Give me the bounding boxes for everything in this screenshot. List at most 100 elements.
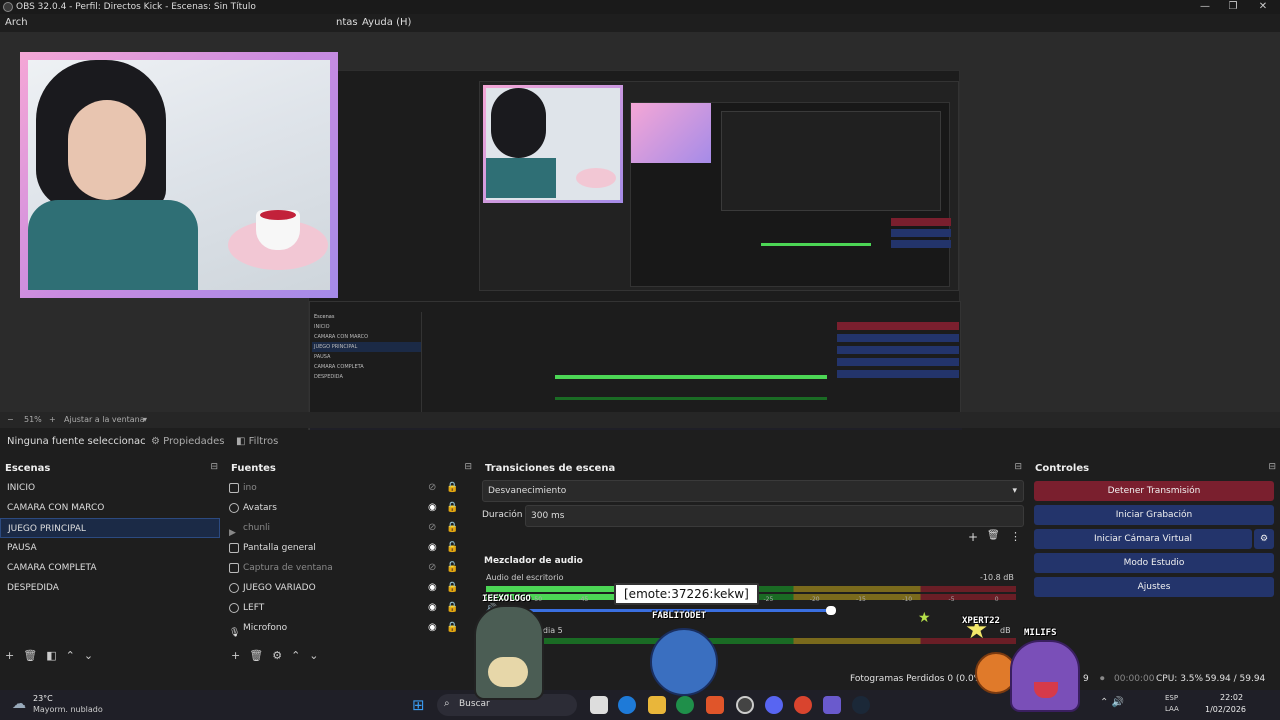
source-item[interactable]: Captura de ventana ⊘ 🔓 (226, 558, 466, 578)
menu-help[interactable]: Ayuda (H) (362, 14, 411, 32)
lock-icon[interactable]: 🔓 (446, 558, 458, 578)
trash-icon[interactable]: 🗑 (23, 649, 37, 662)
eye-hidden-icon[interactable]: ⊘ (428, 558, 436, 578)
volume-slider-handle[interactable] (826, 606, 836, 615)
scene-item[interactable]: CAMARA CON MARCO (0, 498, 220, 518)
more-icon[interactable]: ⋮ (1010, 530, 1021, 543)
sources-title: Fuentes (231, 463, 276, 474)
chevron-up-icon[interactable]: ⌃ (291, 649, 300, 662)
trash-icon[interactable]: 🗑 (987, 530, 1000, 541)
language-code[interactable]: ESP (1165, 694, 1178, 702)
virtual-camera-settings-button[interactable]: ⚙ (1254, 529, 1274, 549)
duration-input[interactable]: 300 ms (525, 505, 1024, 527)
source-item[interactable]: Pantalla general ◉ 🔓 (226, 538, 466, 558)
steam-icon[interactable] (852, 696, 870, 714)
menu-file[interactable]: Arch (5, 14, 28, 32)
eye-hidden-icon[interactable]: ⊘ (428, 518, 436, 538)
transitions-dock: Transiciones de escena ⊟ Desvanecimiento… (480, 458, 1026, 668)
source-item[interactable]: LEFT ◉ 🔒 (226, 598, 466, 618)
clock-date[interactable]: 1/02/2026 (1205, 705, 1246, 714)
nested-cam-frame (483, 85, 623, 203)
studio-mode-button[interactable]: Modo Estudio (1034, 553, 1274, 573)
chevron-down-icon[interactable]: ⌄ (309, 649, 318, 662)
windows-taskbar: ☁ 23°C Mayorm. nublado ⊞ ⌕ Buscar ⌃ 🔊 ES… (0, 690, 1280, 720)
dock-menu-icon[interactable]: ⊟ (464, 462, 472, 472)
scene-item[interactable]: DESPEDIDA (0, 578, 220, 598)
add-icon[interactable]: + (5, 649, 14, 662)
dropped-frames: Fotogramas Perdidos 0 (0.0%) (850, 674, 986, 684)
chevron-up-icon[interactable]: ⌃ (66, 649, 75, 662)
lock-icon[interactable]: 🔒 (446, 518, 458, 538)
brave-icon[interactable] (706, 696, 724, 714)
maximize-button[interactable]: ❐ (1218, 0, 1248, 14)
lock-icon[interactable]: 🔒 (446, 478, 458, 498)
eye-icon[interactable]: ◉ (428, 598, 437, 618)
start-virtual-camera-button[interactable]: Iniciar Cámara Virtual (1034, 529, 1252, 549)
program-canvas[interactable]: Escenas INICIO CAMARA CON MARCO JUEGO PR… (308, 70, 962, 442)
source-item[interactable]: Avatars ◉ 🔒 (226, 498, 466, 518)
lock-icon[interactable]: 🔒 (446, 578, 458, 598)
play-icon: ▶ (229, 528, 236, 538)
source-item[interactable]: ▶ chunli ⊘ 🔒 (226, 518, 466, 538)
lock-icon[interactable]: 🔒 (446, 598, 458, 618)
nested-obs (630, 102, 951, 287)
webcam-overlay[interactable] (20, 52, 338, 298)
gear-icon[interactable]: ⚙ (272, 649, 282, 662)
clock-time[interactable]: 22:02 (1220, 693, 1243, 702)
folder-icon[interactable] (648, 696, 666, 714)
add-transition-icon[interactable]: + (968, 530, 978, 544)
filter-icon[interactable]: ◧ (46, 649, 56, 662)
source-item[interactable]: ino ⊘ 🔒 (226, 478, 466, 498)
system-tray-icons[interactable]: ⌃ 🔊 (1100, 697, 1124, 708)
settings-button[interactable]: Ajustes (1034, 577, 1274, 597)
app-icon[interactable] (823, 696, 841, 714)
properties-button[interactable]: ⚙ Propiedades (151, 430, 224, 454)
filters-button[interactable]: ◧ Filtros (236, 430, 278, 454)
source-label: Microfono (243, 623, 288, 633)
app-icon[interactable] (794, 696, 812, 714)
meter-scale-tick: -20 (809, 596, 820, 603)
eye-icon[interactable]: ◉ (428, 498, 437, 518)
chrome-icon[interactable] (676, 696, 694, 714)
menu-tools[interactable]: ntas (336, 14, 358, 32)
dock-menu-icon[interactable]: ⊟ (1268, 462, 1276, 472)
chevron-down-icon[interactable]: ▾ (143, 412, 147, 428)
filters-label: Filtros (248, 436, 279, 447)
zoom-out-button[interactable]: − (7, 412, 14, 428)
scene-item[interactable]: CAMARA COMPLETA (0, 558, 220, 578)
scene-item[interactable]: INICIO (0, 478, 220, 498)
discord-icon[interactable] (765, 696, 783, 714)
source-item[interactable]: 🎙 Microfono ◉ 🔒 (226, 618, 466, 638)
dock-menu-icon[interactable]: ⊟ (210, 462, 218, 472)
eye-icon[interactable]: ◉ (428, 618, 437, 638)
preview-area[interactable]: Escenas INICIO CAMARA CON MARCO JUEGO PR… (0, 32, 1280, 442)
monitor-icon (229, 543, 239, 553)
eye-icon[interactable]: ◉ (428, 578, 437, 598)
keyboard-layout[interactable]: LAA (1165, 705, 1179, 713)
trash-icon[interactable]: 🗑 (249, 649, 263, 662)
zoom-in-button[interactable]: + (49, 412, 56, 428)
source-item[interactable]: JUEGO VARIADO ◉ 🔒 (226, 578, 466, 598)
scene-item-selected[interactable]: JUEGO PRINCIPAL (0, 518, 220, 538)
lock-icon[interactable]: 🔓 (446, 538, 458, 558)
file-explorer-icon[interactable] (590, 696, 608, 714)
chevron-down-icon[interactable]: ⌄ (84, 649, 93, 662)
eye-icon[interactable]: ◉ (428, 538, 437, 558)
windows-start-icon[interactable]: ⊞ (412, 696, 425, 714)
transition-select[interactable]: Desvanecimiento ▾ (482, 480, 1024, 502)
close-button[interactable]: ✕ (1248, 0, 1278, 14)
lock-icon[interactable]: 🔒 (446, 618, 458, 638)
start-recording-button[interactable]: Iniciar Grabación (1034, 505, 1274, 525)
obs-taskbar-icon[interactable] (736, 696, 754, 714)
minimize-button[interactable]: — (1190, 0, 1220, 14)
lock-icon[interactable]: 🔒 (446, 498, 458, 518)
fit-window-label[interactable]: Ajustar a la ventana (64, 412, 145, 428)
edge-icon[interactable] (618, 696, 636, 714)
scene-item[interactable]: PAUSA (0, 538, 220, 558)
stop-stream-button[interactable]: Detener Transmisión (1034, 481, 1274, 501)
add-icon[interactable]: + (231, 649, 240, 662)
meter-scale-tick: -15 (856, 596, 866, 603)
eye-hidden-icon[interactable]: ⊘ (428, 478, 436, 498)
dock-menu-icon[interactable]: ⊟ (1014, 462, 1022, 472)
mixer-title: Mezclador de audio (484, 556, 583, 566)
